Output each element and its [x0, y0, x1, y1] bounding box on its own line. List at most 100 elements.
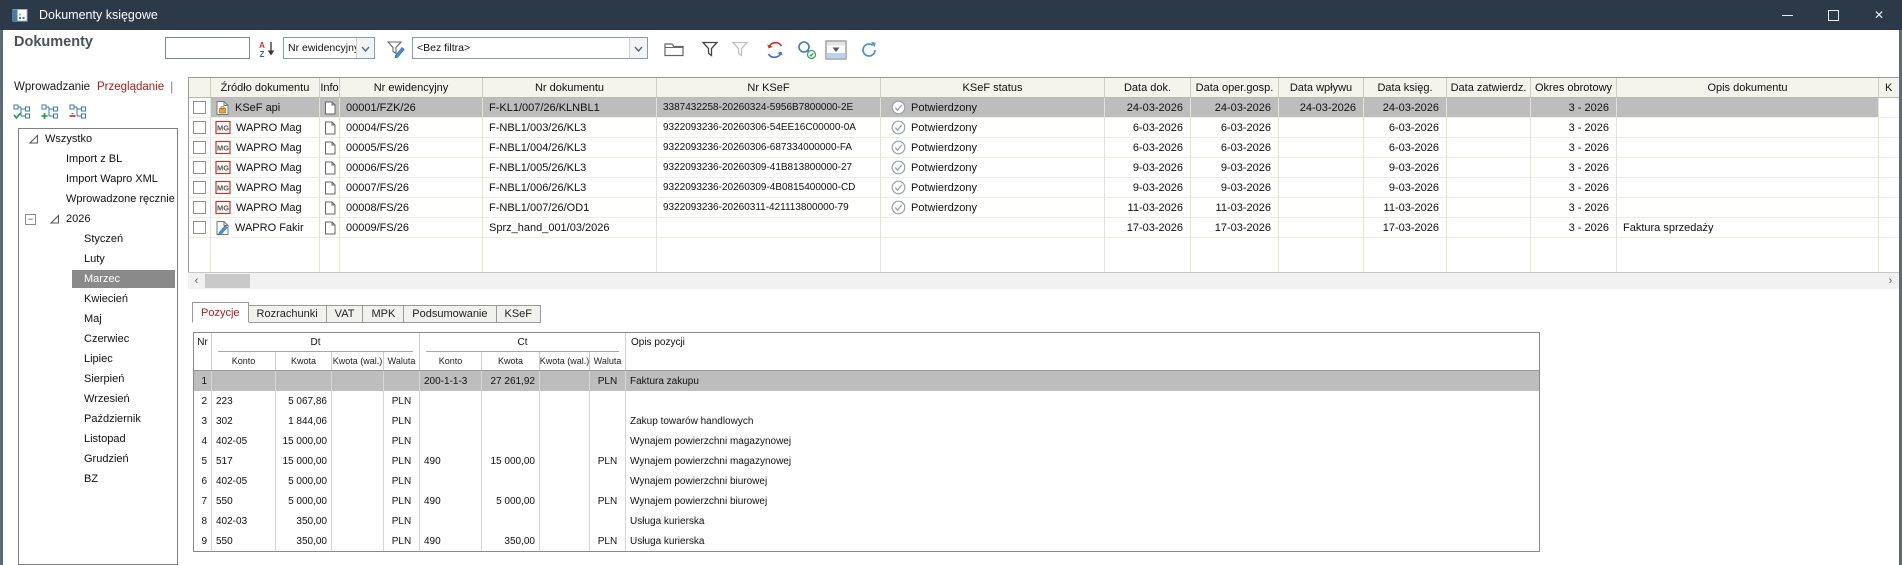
position-row[interactable]: 1200-1-1-327 261,92PLNFaktura zakupu	[194, 371, 1539, 391]
tab-ksef[interactable]: KSeF	[497, 305, 542, 323]
tab-podsumowanie[interactable]: Podsumowanie	[404, 305, 496, 323]
tree-item-wprowadzone-r-cznie[interactable]: Wprowadzone ręcznie	[19, 189, 177, 209]
column-chooser-icon[interactable]	[824, 39, 844, 59]
cell-nr: 3	[194, 411, 212, 431]
tree-item-sierpie[interactable]: Sierpień	[19, 369, 177, 389]
cell-dt-kwota-wal	[332, 491, 384, 511]
folder-icon[interactable]	[663, 39, 683, 59]
tree-item-grudzie[interactable]: Grudzień	[19, 449, 177, 469]
refresh-icon[interactable]	[764, 39, 784, 59]
tree-expander-icon[interactable]	[50, 214, 61, 225]
tree-item-maj[interactable]: Maj	[19, 309, 177, 329]
tree-item-czerwiec[interactable]: Czerwiec	[19, 329, 177, 349]
doc-table-row[interactable]: KSeF api00001/FZK/26F-KL1/007/26/KLNBL13…	[189, 98, 1901, 118]
col-header-data-ksieg[interactable]: Data księg.	[1364, 78, 1447, 98]
tree-item-marzec[interactable]: Marzec	[19, 269, 177, 289]
row-checkbox[interactable]	[193, 221, 206, 234]
cell-info	[320, 178, 340, 198]
doc-table-row[interactable]: MGWAPRO Mag00005/FS/26F-NBL1/004/26/KL39…	[189, 138, 1901, 158]
position-row[interactable]: 6402-055 000,00PLNWynajem powierzchni bi…	[194, 471, 1539, 491]
cell-ct-konto	[420, 511, 482, 531]
tree-remove-icon[interactable]	[66, 100, 88, 122]
tree-item-wrzesie[interactable]: Wrzesień	[19, 389, 177, 409]
search-check-icon[interactable]	[796, 39, 816, 59]
col-header-nr-ksef[interactable]: Nr KSeF	[657, 78, 881, 98]
tree-item-import-z-bl[interactable]: Import z BL	[19, 149, 177, 169]
row-checkbox[interactable]	[193, 121, 206, 134]
tree-item-listopad[interactable]: Listopad	[19, 429, 177, 449]
tree-expander-icon[interactable]	[29, 134, 40, 145]
filter-edit-icon[interactable]	[386, 39, 406, 59]
doc-table-row[interactable]: MGWAPRO Mag00004/FS/26F-NBL1/003/26/KL39…	[189, 118, 1901, 138]
position-row[interactable]: 9550350,00PLN490350,00PLNUsługa kuriersk…	[194, 531, 1539, 551]
tree-item-2026[interactable]: −2026	[19, 209, 177, 229]
close-icon[interactable]: ✕	[1856, 0, 1902, 30]
tree-item-kwiecie[interactable]: Kwiecień	[19, 289, 177, 309]
sort-field-combo[interactable]: Nr ewidencyjny	[283, 37, 375, 59]
tab-przegladanie[interactable]: Przeglądanie	[97, 81, 164, 93]
search-input[interactable]	[165, 37, 250, 59]
col-header-nr-ewidencyjny[interactable]: Nr ewidencyjny	[340, 78, 483, 98]
cell-okres-obrotowy: 3 - 2026	[1531, 118, 1617, 138]
chevron-down-icon[interactable]	[356, 38, 374, 58]
col-header-info[interactable]: Info	[320, 78, 340, 98]
tree-item-luty[interactable]: Luty	[19, 249, 177, 269]
sub-header-ct-waluta: Waluta	[590, 352, 626, 370]
col-header-ksef-status[interactable]: KSeF status	[881, 78, 1105, 98]
col-header-data-dok[interactable]: Data dok.	[1105, 78, 1191, 98]
filter-icon[interactable]	[700, 39, 720, 59]
cell-nr-ewidencyjny: 00008/FS/26	[340, 198, 483, 218]
collapse-box-icon[interactable]: −	[25, 214, 36, 225]
horizontal-scrollbar[interactable]: ‹ ›	[188, 272, 1902, 289]
row-checkbox[interactable]	[193, 181, 206, 194]
position-row[interactable]: 4402-0515 000,00PLNWynajem powierzchni m…	[194, 431, 1539, 451]
tree-item-wszystko[interactable]: Wszystko	[19, 129, 177, 149]
tab-mpk[interactable]: MPK	[363, 305, 404, 323]
tree-item-import-wapro-xml[interactable]: Import Wapro XML	[19, 169, 177, 189]
col-header-select[interactable]	[189, 78, 211, 98]
col-header-nr-dokumentu[interactable]: Nr dokumentu	[483, 78, 657, 98]
col-header-opis-dokumentu[interactable]: Opis dokumentu	[1617, 78, 1879, 98]
col-header-data-zatwierdz[interactable]: Data zatwierdz.	[1447, 78, 1531, 98]
minimize-icon[interactable]	[1764, 0, 1810, 30]
doc-table-row[interactable]: MGWAPRO Mag00006/FS/26F-NBL1/005/26/KL39…	[189, 158, 1901, 178]
position-row[interactable]: 8402-03350,00PLNUsługa kurierska	[194, 511, 1539, 531]
row-checkbox[interactable]	[193, 101, 206, 114]
sort-az-icon[interactable]: A Z	[257, 39, 277, 59]
position-row[interactable]: 551715 000,00PLN49015 000,00PLNWynajem p…	[194, 451, 1539, 471]
scrollbar-thumb[interactable]	[205, 274, 250, 288]
row-checkbox[interactable]	[193, 141, 206, 154]
row-checkbox[interactable]	[193, 201, 206, 214]
tab-vat[interactable]: VAT	[327, 305, 364, 323]
folder-tree: WszystkoImport z BLImport Wapro XMLWprow…	[18, 128, 178, 565]
col-header-okres-obrotowy[interactable]: Okres obrotowy	[1531, 78, 1617, 98]
tree-item-stycze[interactable]: Styczeń	[19, 229, 177, 249]
reload-icon[interactable]	[858, 39, 878, 59]
maximize-icon[interactable]	[1810, 0, 1856, 30]
position-row[interactable]: 75505 000,00PLN4905 000,00PLNWynajem pow…	[194, 491, 1539, 511]
tree-item-pa-dziernik[interactable]: Październik	[19, 409, 177, 429]
cell-select	[189, 118, 211, 138]
row-checkbox[interactable]	[193, 161, 206, 174]
tree-item-lipiec[interactable]: Lipiec	[19, 349, 177, 369]
chevron-down-icon[interactable]	[629, 38, 647, 58]
tab-rozrachunki[interactable]: Rozrachunki	[249, 305, 327, 323]
tree-add-icon[interactable]	[38, 100, 60, 122]
cell-select	[189, 138, 211, 158]
tab-wprowadzanie[interactable]: Wprowadzanie	[14, 81, 90, 93]
tree-item-bz[interactable]: BZ	[19, 469, 177, 489]
cell-dt-waluta: PLN	[384, 511, 420, 531]
tab-pozycje[interactable]: Pozycje	[192, 302, 249, 323]
doc-table-row[interactable]: WAPRO Fakir00009/FS/26Sprz_hand_001/03/2…	[189, 218, 1901, 238]
tree-check-icon[interactable]	[10, 100, 32, 122]
scroll-left-icon[interactable]: ‹	[188, 273, 205, 289]
doc-table-row[interactable]: MGWAPRO Mag00008/FS/26F-NBL1/007/26/OD19…	[189, 198, 1901, 218]
scroll-right-icon[interactable]: ›	[1882, 273, 1899, 289]
filter-combo[interactable]: <Bez filtra>	[412, 37, 648, 59]
position-row[interactable]: 33021 844,06PLNZakup towarów handlowych	[194, 411, 1539, 431]
col-header-data-wplywu[interactable]: Data wpływu	[1279, 78, 1364, 98]
position-row[interactable]: 22235 067,86PLN	[194, 391, 1539, 411]
col-header-data-oper[interactable]: Data oper.gosp.	[1191, 78, 1279, 98]
col-header-zrodlo[interactable]: Źródło dokumentu	[211, 78, 320, 98]
doc-table-row[interactable]: MGWAPRO Mag00007/FS/26F-NBL1/006/26/KL39…	[189, 178, 1901, 198]
